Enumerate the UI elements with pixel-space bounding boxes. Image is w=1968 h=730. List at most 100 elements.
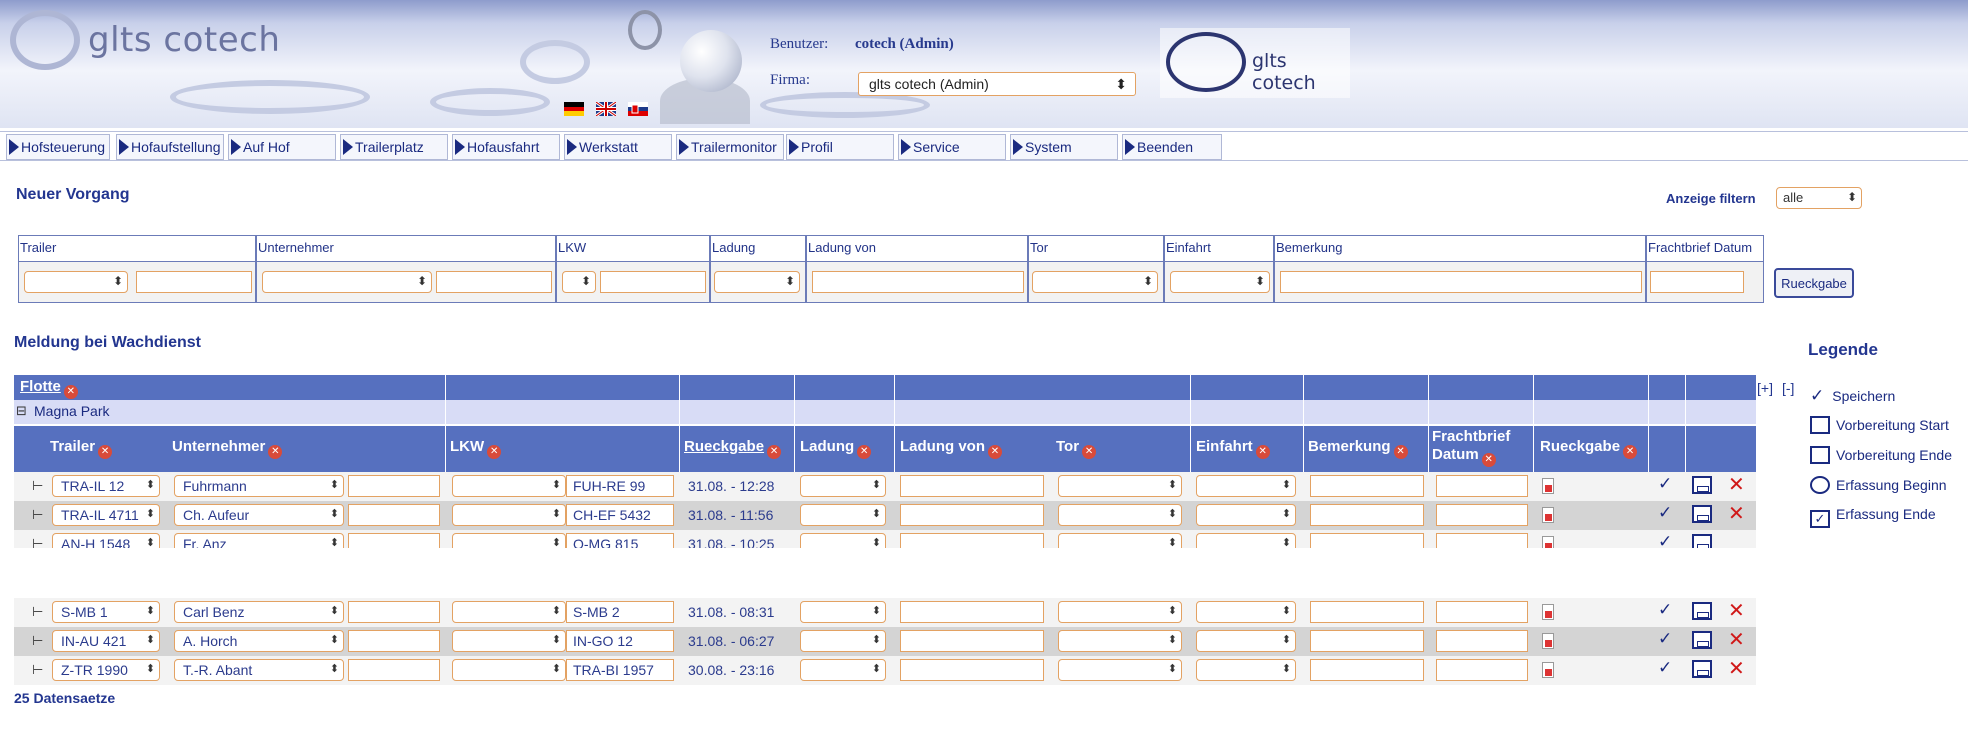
ladung-von-input[interactable] [900, 630, 1044, 652]
group-header-flotte[interactable]: Flotte ✕ [20, 378, 78, 399]
col-einfahrt[interactable]: Einfahrt ✕ [1196, 438, 1270, 459]
german-flag-icon[interactable] [564, 102, 584, 116]
english-flag-icon[interactable] [596, 102, 616, 116]
bemerkung-input[interactable] [1310, 475, 1424, 497]
tor-select[interactable] [1058, 601, 1182, 623]
unternehmer-input[interactable] [436, 271, 552, 293]
einfahrt-select[interactable] [1196, 630, 1296, 652]
lkw-select[interactable] [452, 630, 566, 652]
frachtbrief-input[interactable] [1650, 271, 1744, 293]
ladung-select[interactable] [800, 475, 886, 497]
menu-hofausfahrt[interactable]: Hofausfahrt [452, 134, 560, 160]
col-trailer[interactable]: Trailer ✕ [50, 438, 113, 459]
document-icon[interactable] [1542, 662, 1554, 678]
tor-select[interactable] [1058, 659, 1182, 681]
bemerkung-input[interactable] [1310, 630, 1424, 652]
lkw-select[interactable] [452, 659, 566, 681]
save-icon[interactable] [1692, 476, 1712, 494]
einfahrt-select[interactable] [1196, 475, 1296, 497]
document-icon[interactable] [1542, 507, 1554, 523]
bemerkung-input[interactable] [1310, 659, 1424, 681]
tor-select[interactable] [1058, 475, 1182, 497]
einfahrt-select[interactable] [1170, 271, 1270, 293]
bemerkung-input[interactable] [1310, 601, 1424, 623]
unternehmer-select[interactable]: T.-R. Abant [174, 659, 344, 681]
trailer-select[interactable]: TRA-IL 4711 [52, 504, 160, 526]
lkw-input[interactable]: S-MB 2 [566, 601, 674, 623]
remove-icon[interactable]: ✕ [1393, 445, 1408, 459]
col-lkw[interactable]: LKW ✕ [450, 438, 502, 459]
delete-icon[interactable]: ✕ [1728, 627, 1745, 652]
ladung-von-input[interactable] [900, 659, 1044, 681]
lkw-select[interactable] [562, 271, 596, 293]
trailer-select[interactable]: Z-TR 1990 [52, 659, 160, 681]
unternehmer-input[interactable] [348, 601, 440, 623]
col-rueckgabe-time[interactable]: Rueckgabe ✕ [684, 438, 782, 459]
bemerkung-input[interactable] [1310, 504, 1424, 526]
lkw-select[interactable] [452, 504, 566, 526]
menu-system[interactable]: System [1010, 134, 1118, 160]
trailer-select[interactable] [24, 271, 128, 293]
menu-werkstatt[interactable]: Werkstatt [564, 134, 672, 160]
lkw-input[interactable]: FUH-RE 99 [566, 475, 674, 497]
lkw-select[interactable] [452, 601, 566, 623]
firma-select[interactable]: glts cotech (Admin) ⬍ [858, 72, 1136, 96]
document-icon[interactable] [1542, 478, 1554, 494]
check-icon[interactable]: ✓ [1658, 658, 1672, 678]
frachtbrief-input[interactable] [1436, 630, 1528, 652]
check-icon[interactable]: ✓ [1658, 503, 1672, 523]
bemerkung-input[interactable] [1280, 271, 1642, 293]
remove-icon[interactable]: ✕ [63, 385, 78, 399]
menu-hofaufstellung[interactable]: Hofaufstellung [116, 134, 224, 160]
trailer-input[interactable] [136, 271, 252, 293]
save-icon[interactable] [1692, 602, 1712, 620]
save-icon[interactable] [1692, 505, 1712, 523]
frachtbrief-input[interactable] [1436, 601, 1528, 623]
unternehmer-select[interactable]: Ch. Aufeur [174, 504, 344, 526]
unternehmer-select[interactable]: A. Horch [174, 630, 344, 652]
remove-icon[interactable]: ✕ [1623, 445, 1638, 459]
einfahrt-select[interactable] [1196, 601, 1296, 623]
remove-icon[interactable]: ✕ [1082, 445, 1097, 459]
menu-auf-hof[interactable]: Auf Hof [228, 134, 336, 160]
tor-select[interactable] [1032, 271, 1158, 293]
frachtbrief-input[interactable] [1436, 504, 1528, 526]
collapse-all-button[interactable]: [-] [1782, 380, 1794, 396]
slovak-flag-icon[interactable] [628, 102, 648, 116]
remove-icon[interactable]: ✕ [767, 445, 782, 459]
delete-icon[interactable]: ✕ [1728, 501, 1745, 526]
remove-icon[interactable]: ✕ [268, 445, 283, 459]
document-icon[interactable] [1542, 604, 1554, 620]
remove-icon[interactable]: ✕ [487, 445, 502, 459]
check-icon[interactable]: ✓ [1658, 600, 1672, 620]
remove-icon[interactable]: ✕ [857, 445, 872, 459]
delete-icon[interactable]: ✕ [1728, 472, 1745, 497]
remove-icon[interactable]: ✕ [1481, 453, 1496, 467]
col-bemerkung[interactable]: Bemerkung ✕ [1308, 438, 1408, 459]
lkw-input[interactable]: TRA-BI 1957 [566, 659, 674, 681]
menu-hofsteuerung[interactable]: Hofsteuerung [6, 134, 110, 160]
ladung-von-input[interactable] [900, 601, 1044, 623]
delete-icon[interactable]: ✕ [1728, 598, 1745, 623]
unternehmer-select[interactable]: Fuhrmann [174, 475, 344, 497]
trailer-select[interactable]: S-MB 1 [52, 601, 160, 623]
einfahrt-select[interactable] [1196, 659, 1296, 681]
ladung-select[interactable] [800, 504, 886, 526]
lkw-select[interactable] [452, 475, 566, 497]
lkw-input[interactable]: CH-EF 5432 [566, 504, 674, 526]
ladung-von-input[interactable] [900, 475, 1044, 497]
delete-icon[interactable]: ✕ [1728, 656, 1745, 681]
frachtbrief-input[interactable] [1436, 475, 1528, 497]
unternehmer-input[interactable] [348, 630, 440, 652]
save-icon[interactable] [1692, 660, 1712, 678]
tor-select[interactable] [1058, 630, 1182, 652]
check-icon[interactable]: ✓ [1658, 629, 1672, 649]
einfahrt-select[interactable] [1196, 504, 1296, 526]
menu-service[interactable]: Service [898, 134, 1006, 160]
menu-trailerplatz[interactable]: Trailerplatz [340, 134, 448, 160]
remove-icon[interactable]: ✕ [98, 445, 113, 459]
col-unternehmer[interactable]: Unternehmer ✕ [172, 438, 283, 459]
unternehmer-select[interactable]: Carl Benz [174, 601, 344, 623]
remove-icon[interactable]: ✕ [988, 445, 1002, 459]
filter-select[interactable]: alle [1776, 187, 1862, 209]
